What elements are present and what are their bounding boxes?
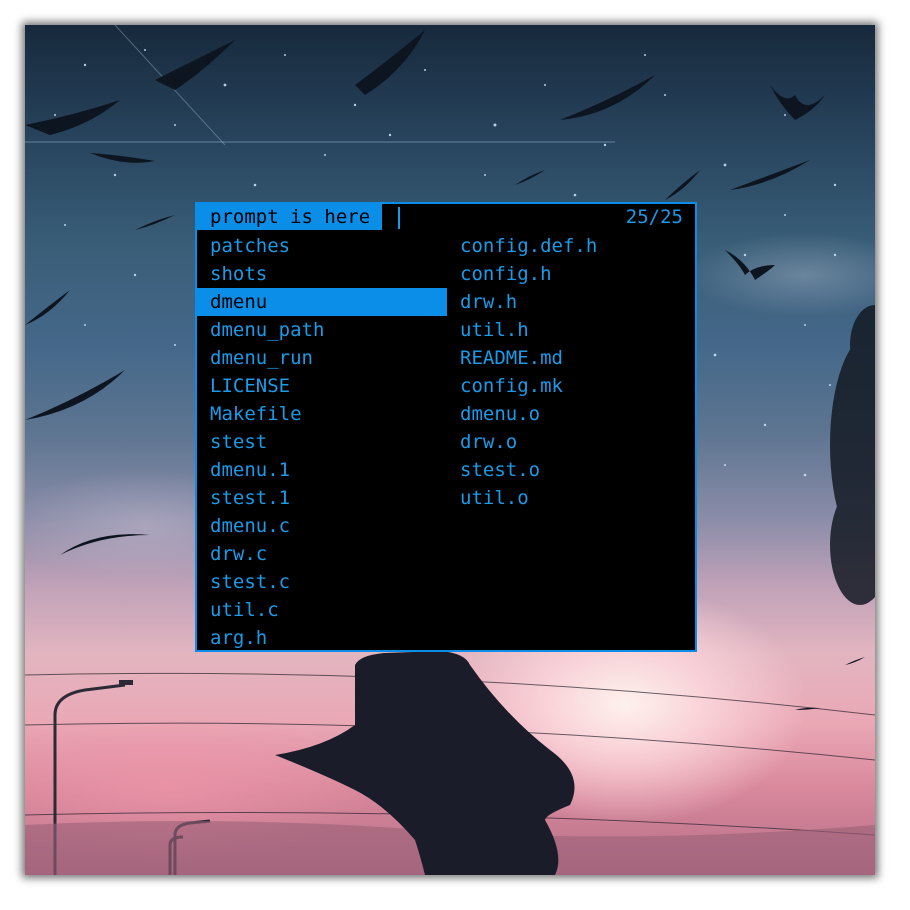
list-item[interactable]: stest.c bbox=[197, 568, 447, 596]
item-column-right: config.def.h config.h drw.h util.h READM… bbox=[447, 232, 697, 512]
list-item[interactable]: config.h bbox=[447, 260, 697, 288]
list-item[interactable]: util.o bbox=[447, 484, 697, 512]
list-item[interactable]: drw.h bbox=[447, 288, 697, 316]
match-count: 25/25 bbox=[625, 206, 683, 228]
list-item[interactable]: drw.o bbox=[447, 428, 697, 456]
list-item[interactable]: dmenu_path bbox=[197, 316, 447, 344]
list-item[interactable]: LICENSE bbox=[197, 372, 447, 400]
list-item[interactable]: drw.c bbox=[197, 540, 447, 568]
item-column-left: patches shots dmenu dmenu_path dmenu_run… bbox=[197, 232, 447, 652]
list-item[interactable]: stest.o bbox=[447, 456, 697, 484]
list-item-selected[interactable]: dmenu bbox=[197, 288, 447, 316]
list-item[interactable]: README.md bbox=[447, 344, 697, 372]
dmenu-window: prompt is here 25/25 patches shots dmenu… bbox=[195, 202, 697, 652]
list-item[interactable]: arg.h bbox=[197, 624, 447, 652]
prompt-bar: prompt is here 25/25 bbox=[197, 204, 695, 232]
prompt-label: prompt is here bbox=[197, 204, 383, 230]
list-item[interactable]: patches bbox=[197, 232, 447, 260]
list-item[interactable]: shots bbox=[197, 260, 447, 288]
list-item[interactable]: config.def.h bbox=[447, 232, 697, 260]
desktop: prompt is here 25/25 patches shots dmenu… bbox=[25, 25, 875, 875]
foliage bbox=[830, 305, 875, 605]
list-item[interactable]: dmenu_run bbox=[197, 344, 447, 372]
list-item[interactable]: stest.1 bbox=[197, 484, 447, 512]
list-item[interactable]: stest bbox=[197, 428, 447, 456]
list-item[interactable]: config.mk bbox=[447, 372, 697, 400]
list-item[interactable]: util.c bbox=[197, 596, 447, 624]
list-item[interactable]: Makefile bbox=[197, 400, 447, 428]
text-cursor[interactable] bbox=[398, 207, 400, 229]
list-item[interactable]: dmenu.1 bbox=[197, 456, 447, 484]
list-item[interactable]: dmenu.c bbox=[197, 512, 447, 540]
list-item[interactable]: dmenu.o bbox=[447, 400, 697, 428]
list-item[interactable]: util.h bbox=[447, 316, 697, 344]
